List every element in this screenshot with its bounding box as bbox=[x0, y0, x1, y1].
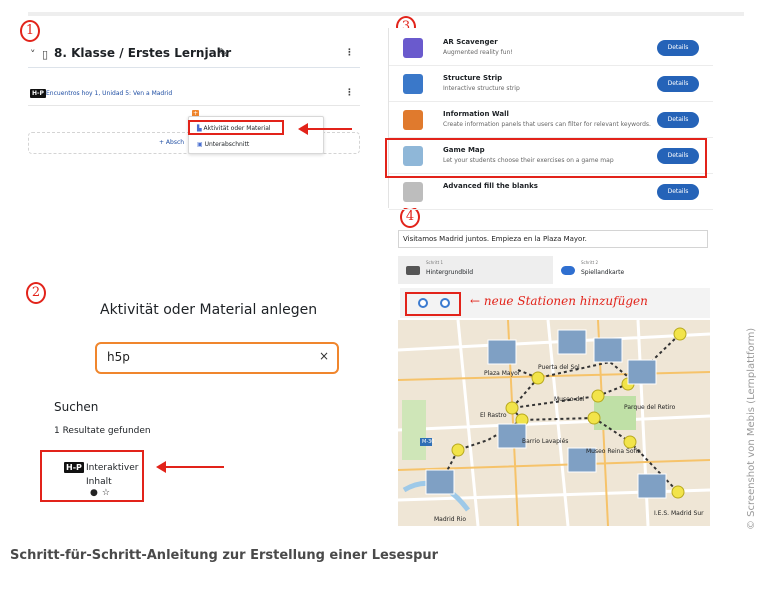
content-type-name: Advanced fill the blanks bbox=[443, 182, 538, 190]
details-button[interactable]: Details bbox=[657, 184, 699, 200]
tab-game-map[interactable]: Schritt 2 Spiellandkarte bbox=[553, 256, 708, 284]
game-map-canvas[interactable]: Plaza Mayor Puerta del Sol Museo del El … bbox=[398, 320, 710, 526]
tab-label: Spiellandkarte bbox=[581, 269, 625, 276]
section-header[interactable]: ˅ ▯ 8. Klasse / Erstes Lernjahr ✎ ⋮ bbox=[28, 44, 360, 68]
tab-step: Schritt 1 bbox=[426, 260, 443, 265]
step-tabs: Schritt 1 Hintergrundbild Schritt 2 Spie… bbox=[398, 256, 708, 284]
content-type-list: AR Scavenger Augmented reality fun! Deta… bbox=[388, 28, 713, 210]
edit-pencil-icon[interactable]: ✎ bbox=[218, 46, 228, 60]
subsection-icon: ▣ bbox=[197, 141, 203, 148]
annotation-note: ← neue Stationen hinzufügen bbox=[470, 294, 648, 308]
add-section-label[interactable]: + Absch bbox=[159, 139, 184, 146]
image-icon bbox=[406, 266, 420, 275]
content-type-desc: Create information panels that users can… bbox=[443, 121, 651, 128]
content-type-row[interactable]: Information Wall Create information pane… bbox=[389, 104, 713, 138]
dialog-title: Aktivität oder Material anlegen bbox=[100, 302, 318, 318]
search-value: h5p bbox=[107, 350, 130, 364]
chevron-down-icon[interactable]: ˅ bbox=[30, 48, 36, 61]
madrid-map bbox=[398, 320, 710, 526]
top-divider bbox=[28, 12, 744, 16]
activity-row[interactable]: H-P Encuentros hoy 1, Unidad 5: Ven a Ma… bbox=[28, 84, 360, 106]
map-label: Plaza Mayor bbox=[484, 370, 521, 377]
details-button[interactable]: Details bbox=[657, 112, 699, 128]
search-heading: Suchen bbox=[54, 400, 99, 414]
h5p-icon: H-P bbox=[64, 462, 84, 473]
ar-scavenger-icon bbox=[403, 38, 423, 58]
highlight-box bbox=[405, 292, 461, 316]
activity-menu-icon[interactable]: ⋮ bbox=[345, 88, 354, 98]
result-card-h5p[interactable]: H-P Interaktiver Inhalt ●☆ bbox=[40, 450, 144, 502]
h5p-icon bbox=[403, 182, 423, 202]
tab-label: Hintergrundbild bbox=[426, 269, 474, 276]
map-label: Madrid Rio bbox=[434, 516, 467, 523]
tab-background-image[interactable]: Schritt 1 Hintergrundbild bbox=[398, 256, 553, 284]
map-label: M-30 bbox=[422, 439, 435, 445]
information-wall-icon bbox=[403, 110, 423, 130]
map-label: Museo Reina Sofia bbox=[586, 448, 641, 455]
map-label: El Rastro bbox=[480, 412, 507, 419]
figure-caption: Schritt-für-Schritt-Anleitung zur Erstel… bbox=[10, 548, 439, 563]
highlight-box bbox=[385, 138, 707, 178]
map-toggle-icon bbox=[561, 266, 575, 275]
tab-step: Schritt 2 bbox=[581, 260, 598, 265]
map-label: Barrio Lavapiés bbox=[522, 438, 569, 445]
content-type-name: AR Scavenger bbox=[443, 38, 498, 46]
highlight-box bbox=[188, 120, 284, 135]
info-star-icons[interactable]: ●☆ bbox=[90, 488, 114, 498]
map-label: Parque del Retiro bbox=[624, 404, 676, 411]
clear-icon[interactable]: × bbox=[319, 349, 329, 363]
section-title: 8. Klasse / Erstes Lernjahr bbox=[54, 46, 232, 60]
course-section-panel: ˅ ▯ 8. Klasse / Erstes Lernjahr ✎ ⋮ H-P … bbox=[28, 36, 364, 166]
pointer-arrow bbox=[298, 123, 352, 135]
content-type-row[interactable]: Structure Strip Interactive structure st… bbox=[389, 68, 713, 102]
details-button[interactable]: Details bbox=[657, 40, 699, 56]
content-type-row[interactable]: Advanced fill the blanks Details bbox=[389, 176, 713, 210]
map-label: I.E.S. Madrid Sur bbox=[654, 510, 704, 517]
search-input[interactable]: h5p × bbox=[95, 342, 339, 374]
step-marker-2: 2 bbox=[26, 282, 46, 304]
book-icon: ▯ bbox=[42, 48, 49, 61]
h5p-icon: H-P bbox=[30, 89, 46, 98]
structure-strip-icon bbox=[403, 74, 423, 94]
details-button[interactable]: Details bbox=[657, 76, 699, 92]
activity-title[interactable]: Encuentros hoy 1, Unidad 5: Ven a Madrid bbox=[46, 90, 172, 97]
text-field[interactable]: Visitamos Madrid juntos. Empieza en la P… bbox=[398, 230, 708, 248]
result-name: Interaktiver Inhalt bbox=[86, 463, 139, 487]
content-type-row[interactable]: AR Scavenger Augmented reality fun! Deta… bbox=[389, 32, 713, 66]
pointer-arrow bbox=[156, 461, 224, 473]
map-label: Puerta del Sol bbox=[538, 364, 580, 371]
image-credit: © Screenshot von Mebis (Lernplattform) bbox=[746, 327, 757, 530]
menu-item-subsection[interactable]: ▣ Unterabschnitt bbox=[197, 141, 249, 148]
result-count: 1 Resultate gefunden bbox=[54, 426, 151, 436]
content-type-desc: Interactive structure strip bbox=[443, 85, 520, 92]
content-type-name: Information Wall bbox=[443, 110, 509, 118]
section-menu-icon[interactable]: ⋮ bbox=[345, 48, 354, 58]
map-label: Museo del bbox=[554, 396, 585, 403]
content-type-desc: Augmented reality fun! bbox=[443, 49, 513, 56]
content-type-name: Structure Strip bbox=[443, 74, 503, 82]
